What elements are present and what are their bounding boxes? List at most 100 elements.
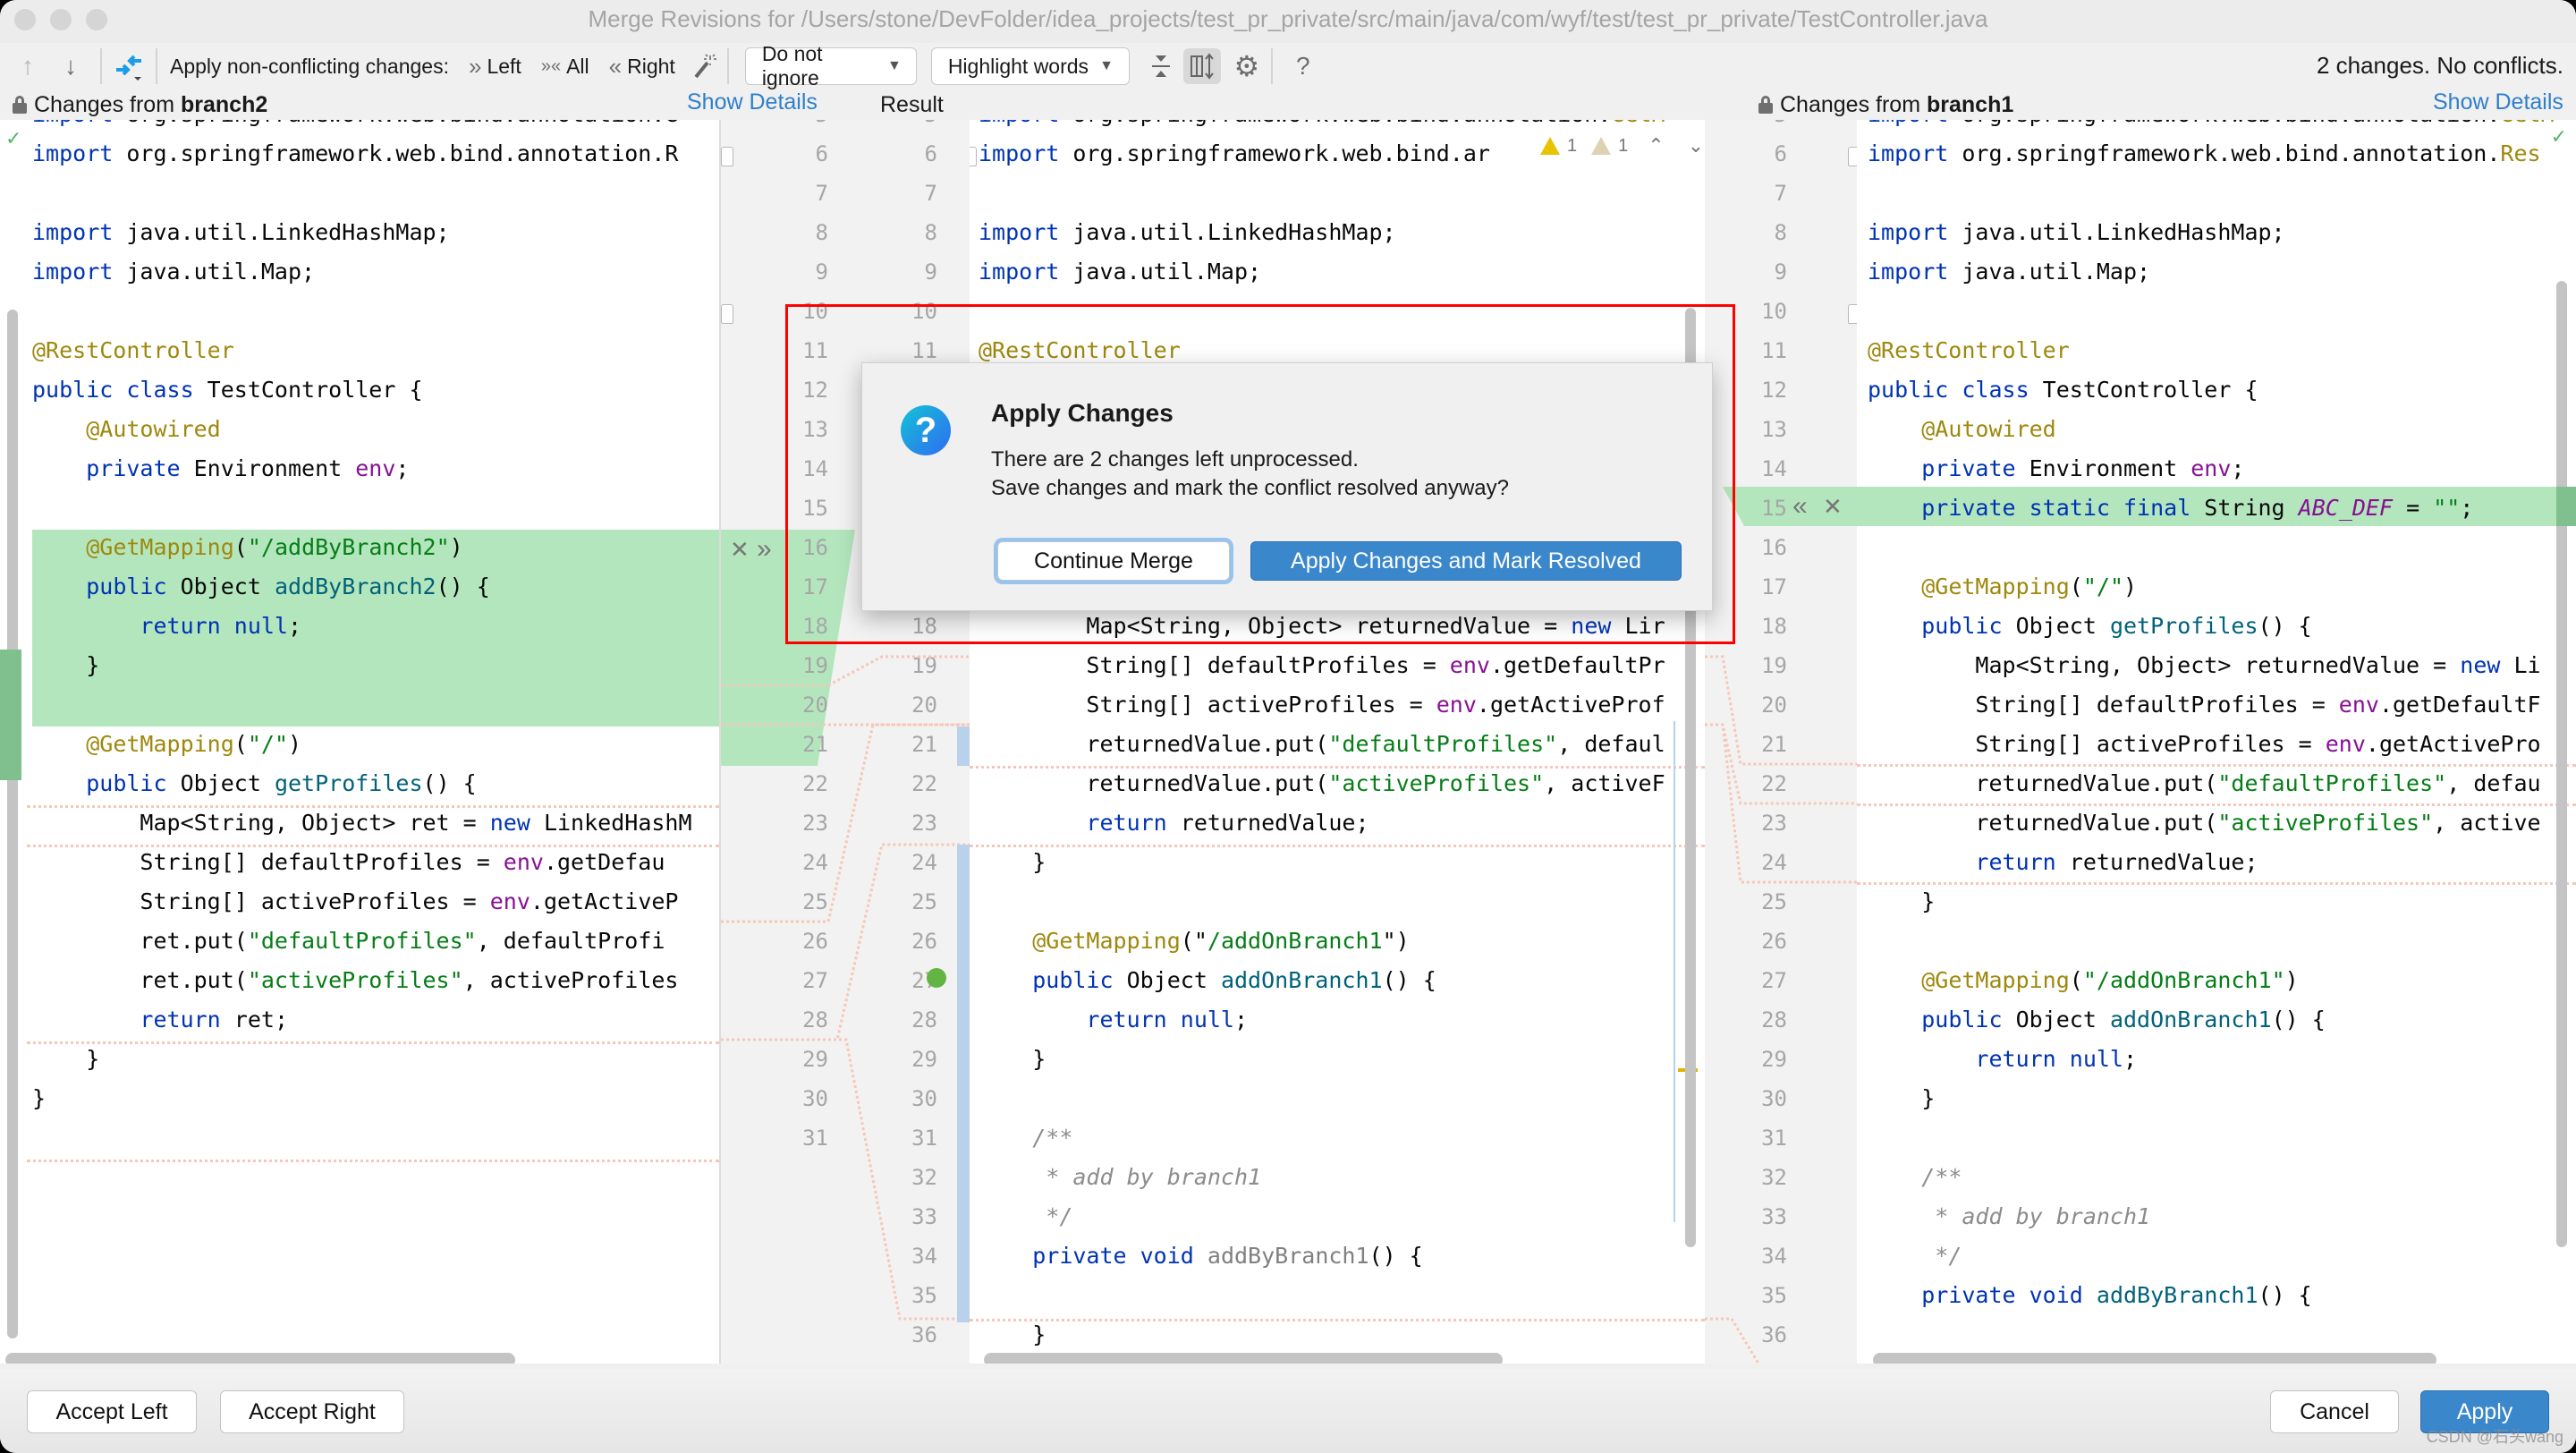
code-token: , activeProfiles [462,967,679,993]
code-token: returnedValue.put( [1868,810,2218,836]
accept-right-button[interactable]: Accept Right [220,1390,404,1433]
result-editor[interactable]: import org.springframework.web.bind.anno… [970,120,1705,1364]
title-bar: Merge Revisions for /Users/stone/DevFold… [0,0,2576,43]
code-line: ret.put("activeProfiles", activeProfiles [32,961,678,1000]
code-line: } [1868,882,1935,922]
right-gutter: 5678910111213141516171819202122232425262… [1705,120,1857,1364]
code-line: import java.util.Map; [32,252,315,292]
left-show-details-link[interactable]: Show Details [687,89,818,115]
toolbar-separator [726,48,729,84]
code-token: @RestController [979,337,1181,363]
left-panel-header: Changes from branch2 [13,89,267,120]
code-token: */ [1935,1243,1962,1269]
code-token: Lir [1611,613,1665,639]
code-token: GetM [2500,120,2554,127]
code-token: } [1868,1085,1936,1111]
apply-and-mark-resolved-button[interactable]: Apply Changes and Mark Resolved [1250,541,1682,581]
code-token: ) [449,534,463,560]
right-editor[interactable]: import org.springframework.web.bind.anno… [1857,120,2576,1364]
code-line: import org.springframework.web.bind.anno… [979,120,1665,134]
code-token: getProfiles [2109,613,2258,639]
code-line: String[] defaultProfiles = env.getDefaul… [979,646,1665,685]
magic-wand-icon[interactable] [691,48,718,84]
code-token: "defaultProfiles" [1328,731,1558,757]
code-token: ret.put( [32,928,248,954]
check-icon: ✓ [2550,125,2567,148]
code-token: addByBranch1 [2096,1282,2258,1308]
apply-all-button[interactable]: »« All [541,55,589,79]
right-show-details-link[interactable]: Show Details [2433,89,2563,115]
apply-non-conflicting-icon[interactable] [111,48,147,84]
accept-left-button[interactable]: Accept Left [27,1390,197,1433]
code-line: @GetMapping("/addByBranch2") [32,528,463,567]
continue-merge-button[interactable]: Continue Merge [997,541,1230,581]
code-token: java.util.Map; [1059,259,1262,285]
help-icon[interactable]: ? [1292,48,1314,84]
code-token: , active [2433,810,2541,836]
code-line: @Autowired [1868,410,2056,449]
apply-right-button[interactable]: «Right [609,53,675,81]
code-token: import [32,219,114,245]
previous-change-icon[interactable]: ↑ [14,48,41,84]
code-token: ; [2460,495,2474,521]
code-line: @GetMapping("/") [1868,567,2137,607]
code-token: } [32,1085,47,1111]
inspection-widget[interactable]: 1 1 ⌃ ⌄ [1531,134,1705,157]
result-change-marker [957,726,970,766]
warning-icon [1540,137,1560,155]
left-editor[interactable]: ✓ import org.springframework.web.bind.an… [0,120,719,1364]
toolbar: ↑ ↓ Apply non-conflicting changes: » Left… [0,42,2576,89]
previous-highlight-icon[interactable]: ⌃ [1648,134,1664,157]
code-token: () { [2258,613,2312,639]
right-vertical-scrollbar[interactable] [2556,281,2567,1247]
code-token: , defau [2446,770,2541,796]
apply-left-button[interactable]: » Left [469,53,521,81]
code-line: @RestController [1868,331,2070,370]
collapse-unchanged-icon[interactable] [1148,48,1174,84]
settings-gear-icon[interactable]: ⚙ [1232,48,1262,84]
code-line: import org.springframework.web.bind.ar [979,134,1490,174]
code-line: } [979,843,1046,882]
code-line: return null; [1868,1040,2137,1079]
toolbar-separator [156,48,157,84]
synchronize-scrolling-icon[interactable] [1182,48,1221,84]
code-token: () { [1382,967,1436,993]
fold-marker-icon[interactable] [970,147,977,166]
code-token: .getDefau [543,849,665,875]
highlight-dropdown[interactable]: Highlight words ▼ [930,47,1130,85]
code-token: returnedValue.put( [979,731,1329,757]
result-horizontal-scrollbar[interactable] [984,1353,1503,1364]
next-change-icon[interactable]: ↓ [57,48,84,84]
code-line: public Object addOnBranch1() { [1868,1000,2326,1040]
code-token: private [1921,455,2016,481]
code-line: private void addByBranch1() { [979,1236,1423,1276]
left-horizontal-scrollbar[interactable] [5,1353,515,1364]
code-token: ") [1382,928,1410,954]
code-line: returnedValue.put("defaultProfiles", def… [979,725,1665,764]
code-token: @GetMapping [1032,928,1181,954]
dropdown-arrow-icon: ▼ [886,58,902,73]
whitespace-dropdown[interactable]: Do not ignore ▼ [744,42,917,89]
code-token: ( [233,534,248,560]
next-highlight-icon[interactable]: ⌄ [1688,134,1704,157]
left-branch-name: branch2 [180,91,268,117]
check-icon: ✓ [5,127,22,149]
code-line: private void addByBranch1() { [1868,1276,2312,1315]
web-endpoint-icon[interactable] [927,968,946,988]
left-vertical-scrollbar[interactable] [7,310,18,1338]
right-horizontal-scrollbar[interactable] [1873,1353,2436,1364]
code-token: () { [436,574,490,599]
cancel-button[interactable]: Cancel [2270,1390,2399,1433]
code-token: returnedValue.put( [1868,770,2218,796]
code-token: String[] activeProfiles = [979,692,1436,718]
window-title: Merge Revisions for /Users/stone/DevFold… [588,5,1988,32]
code-token: /** [1032,1125,1073,1151]
code-token: GetM [1611,120,1665,127]
code-token: () { [1368,1243,1423,1269]
merge-status: 2 changes. No conflicts. [2316,52,2563,79]
